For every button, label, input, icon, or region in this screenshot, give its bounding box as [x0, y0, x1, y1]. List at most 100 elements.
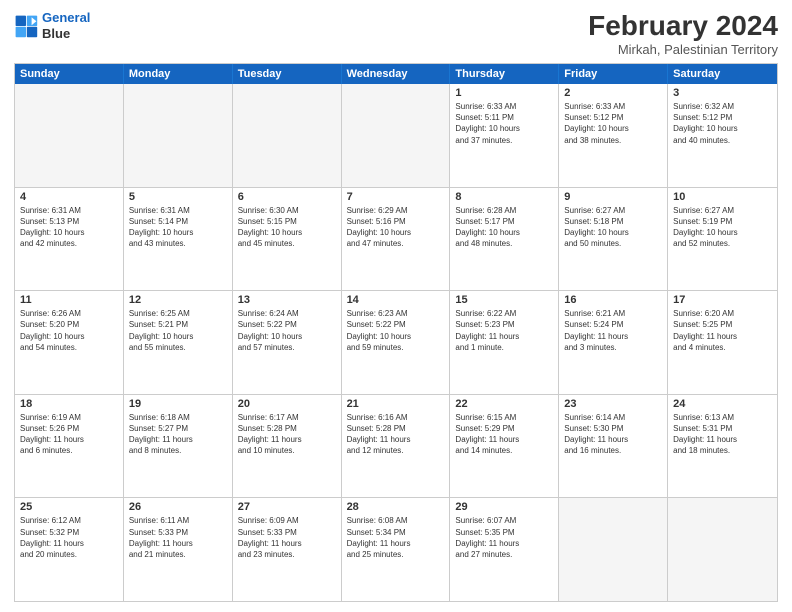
- day-number: 27: [238, 501, 336, 513]
- header-sunday: Sunday: [15, 64, 124, 84]
- calendar-cell-4-7: 24 Sunrise: 6:13 AM Sunset: 5:31 PM Dayli…: [668, 395, 777, 498]
- day-number: 18: [20, 398, 118, 410]
- calendar: Sunday Monday Tuesday Wednesday Thursday…: [14, 63, 778, 602]
- calendar-cell-5-5: 29Sunrise: 6:07 AM Sunset: 5:35 PM Dayli…: [450, 498, 559, 601]
- day-number: 21: [347, 398, 445, 410]
- day-number: 1: [455, 87, 553, 99]
- cell-info: Sunrise: 6:27 AM Sunset: 5:19 PM Dayligh…: [673, 205, 772, 250]
- cell-info: Sunrise: 6:09 AM Sunset: 5:33 PM Dayligh…: [238, 515, 336, 560]
- calendar-cell-5-3: 27 Sunrise: 6:09 AM Sunset: 5:33 PM Dayli…: [233, 498, 342, 601]
- day-number: 2: [564, 87, 662, 99]
- day-number: 6: [238, 191, 336, 203]
- cell-info: Sunrise: 6:26 AM Sunset: 5:20 PM Dayligh…: [20, 308, 118, 353]
- day-number: 9: [564, 191, 662, 203]
- cell-info: Sunrise: 6:13 AM Sunset: 5:31 PM Dayligh…: [673, 412, 772, 457]
- calendar-header: Sunday Monday Tuesday Wednesday Thursday…: [15, 64, 777, 84]
- cell-info: Sunrise: 6:14 AM Sunset: 5:30 PM Dayligh…: [564, 412, 662, 457]
- calendar-cell-1-2: [124, 84, 233, 187]
- calendar-cell-2-3: 6 Sunrise: 6:30 AM Sunset: 5:15 PM Daylig…: [233, 188, 342, 291]
- header-saturday: Saturday: [668, 64, 777, 84]
- main-title: February 2024: [588, 10, 778, 42]
- header-monday: Monday: [124, 64, 233, 84]
- logo-icon: [14, 14, 38, 38]
- calendar-cell-1-6: 2 Sunrise: 6:33 AM Sunset: 5:12 PM Daylig…: [559, 84, 668, 187]
- cell-info: Sunrise: 6:27 AM Sunset: 5:18 PM Dayligh…: [564, 205, 662, 250]
- calendar-cell-2-7: 10 Sunrise: 6:27 AM Sunset: 5:19 PM Dayli…: [668, 188, 777, 291]
- logo-blue: Blue: [42, 26, 70, 41]
- cell-info: Sunrise: 6:31 AM Sunset: 5:13 PM Dayligh…: [20, 205, 118, 250]
- calendar-cell-2-5: 8Sunrise: 6:28 AM Sunset: 5:17 PM Daylig…: [450, 188, 559, 291]
- calendar-cell-3-7: 17 Sunrise: 6:20 AM Sunset: 5:25 PM Dayli…: [668, 291, 777, 394]
- calendar-cell-4-2: 19 Sunrise: 6:18 AM Sunset: 5:27 PM Dayli…: [124, 395, 233, 498]
- cell-info: Sunrise: 6:07 AM Sunset: 5:35 PM Dayligh…: [455, 515, 553, 560]
- calendar-row-4: 18 Sunrise: 6:19 AM Sunset: 5:26 PM Dayli…: [15, 394, 777, 498]
- day-number: 10: [673, 191, 772, 203]
- calendar-cell-1-7: 3Sunrise: 6:32 AM Sunset: 5:12 PM Daylig…: [668, 84, 777, 187]
- day-number: 19: [129, 398, 227, 410]
- calendar-cell-3-2: 12 Sunrise: 6:25 AM Sunset: 5:21 PM Dayli…: [124, 291, 233, 394]
- calendar-cell-3-5: 15 Sunrise: 6:22 AM Sunset: 5:23 PM Dayli…: [450, 291, 559, 394]
- day-number: 16: [564, 294, 662, 306]
- calendar-cell-3-3: 13Sunrise: 6:24 AM Sunset: 5:22 PM Dayli…: [233, 291, 342, 394]
- calendar-cell-4-4: 21 Sunrise: 6:16 AM Sunset: 5:28 PM Dayli…: [342, 395, 451, 498]
- day-number: 24: [673, 398, 772, 410]
- cell-info: Sunrise: 6:18 AM Sunset: 5:27 PM Dayligh…: [129, 412, 227, 457]
- cell-info: Sunrise: 6:33 AM Sunset: 5:12 PM Dayligh…: [564, 101, 662, 146]
- day-number: 25: [20, 501, 118, 513]
- cell-info: Sunrise: 6:32 AM Sunset: 5:12 PM Dayligh…: [673, 101, 772, 146]
- calendar-row-3: 11 Sunrise: 6:26 AM Sunset: 5:20 PM Dayli…: [15, 290, 777, 394]
- day-number: 17: [673, 294, 772, 306]
- header-friday: Friday: [559, 64, 668, 84]
- calendar-cell-4-5: 22Sunrise: 6:15 AM Sunset: 5:29 PM Dayli…: [450, 395, 559, 498]
- calendar-body: 1 Sunrise: 6:33 AM Sunset: 5:11 PM Daylig…: [15, 84, 777, 601]
- cell-info: Sunrise: 6:15 AM Sunset: 5:29 PM Dayligh…: [455, 412, 553, 457]
- calendar-cell-4-6: 23 Sunrise: 6:14 AM Sunset: 5:30 PM Dayli…: [559, 395, 668, 498]
- day-number: 14: [347, 294, 445, 306]
- day-number: 23: [564, 398, 662, 410]
- cell-info: Sunrise: 6:21 AM Sunset: 5:24 PM Dayligh…: [564, 308, 662, 353]
- calendar-cell-1-1: [15, 84, 124, 187]
- cell-info: Sunrise: 6:31 AM Sunset: 5:14 PM Dayligh…: [129, 205, 227, 250]
- day-number: 12: [129, 294, 227, 306]
- calendar-cell-3-1: 11 Sunrise: 6:26 AM Sunset: 5:20 PM Dayli…: [15, 291, 124, 394]
- cell-info: Sunrise: 6:24 AM Sunset: 5:22 PM Dayligh…: [238, 308, 336, 353]
- calendar-cell-1-5: 1 Sunrise: 6:33 AM Sunset: 5:11 PM Daylig…: [450, 84, 559, 187]
- calendar-cell-5-6: [559, 498, 668, 601]
- cell-info: Sunrise: 6:28 AM Sunset: 5:17 PM Dayligh…: [455, 205, 553, 250]
- logo-general: General: [42, 10, 90, 25]
- cell-info: Sunrise: 6:12 AM Sunset: 5:32 PM Dayligh…: [20, 515, 118, 560]
- day-number: 11: [20, 294, 118, 306]
- day-number: 28: [347, 501, 445, 513]
- day-number: 7: [347, 191, 445, 203]
- header-thursday: Thursday: [450, 64, 559, 84]
- cell-info: Sunrise: 6:23 AM Sunset: 5:22 PM Dayligh…: [347, 308, 445, 353]
- cell-info: Sunrise: 6:22 AM Sunset: 5:23 PM Dayligh…: [455, 308, 553, 353]
- title-block: February 2024 Mirkah, Palestinian Territ…: [588, 10, 778, 57]
- cell-info: Sunrise: 6:20 AM Sunset: 5:25 PM Dayligh…: [673, 308, 772, 353]
- cell-info: Sunrise: 6:25 AM Sunset: 5:21 PM Dayligh…: [129, 308, 227, 353]
- calendar-cell-2-4: 7Sunrise: 6:29 AM Sunset: 5:16 PM Daylig…: [342, 188, 451, 291]
- page: General Blue February 2024 Mirkah, Pales…: [0, 0, 792, 612]
- calendar-cell-5-4: 28 Sunrise: 6:08 AM Sunset: 5:34 PM Dayli…: [342, 498, 451, 601]
- day-number: 5: [129, 191, 227, 203]
- calendar-cell-1-4: [342, 84, 451, 187]
- calendar-row-2: 4 Sunrise: 6:31 AM Sunset: 5:13 PM Daylig…: [15, 187, 777, 291]
- calendar-cell-5-2: 26Sunrise: 6:11 AM Sunset: 5:33 PM Dayli…: [124, 498, 233, 601]
- subtitle: Mirkah, Palestinian Territory: [588, 42, 778, 57]
- calendar-cell-2-1: 4 Sunrise: 6:31 AM Sunset: 5:13 PM Daylig…: [15, 188, 124, 291]
- day-number: 4: [20, 191, 118, 203]
- calendar-cell-4-3: 20Sunrise: 6:17 AM Sunset: 5:28 PM Dayli…: [233, 395, 342, 498]
- cell-info: Sunrise: 6:33 AM Sunset: 5:11 PM Dayligh…: [455, 101, 553, 146]
- cell-info: Sunrise: 6:16 AM Sunset: 5:28 PM Dayligh…: [347, 412, 445, 457]
- cell-info: Sunrise: 6:30 AM Sunset: 5:15 PM Dayligh…: [238, 205, 336, 250]
- header: General Blue February 2024 Mirkah, Pales…: [14, 10, 778, 57]
- cell-info: Sunrise: 6:11 AM Sunset: 5:33 PM Dayligh…: [129, 515, 227, 560]
- cell-info: Sunrise: 6:08 AM Sunset: 5:34 PM Dayligh…: [347, 515, 445, 560]
- calendar-cell-3-4: 14 Sunrise: 6:23 AM Sunset: 5:22 PM Dayli…: [342, 291, 451, 394]
- calendar-cell-1-3: [233, 84, 342, 187]
- calendar-cell-2-6: 9 Sunrise: 6:27 AM Sunset: 5:18 PM Daylig…: [559, 188, 668, 291]
- calendar-cell-5-7: [668, 498, 777, 601]
- logo: General Blue: [14, 10, 90, 41]
- day-number: 15: [455, 294, 553, 306]
- cell-info: Sunrise: 6:19 AM Sunset: 5:26 PM Dayligh…: [20, 412, 118, 457]
